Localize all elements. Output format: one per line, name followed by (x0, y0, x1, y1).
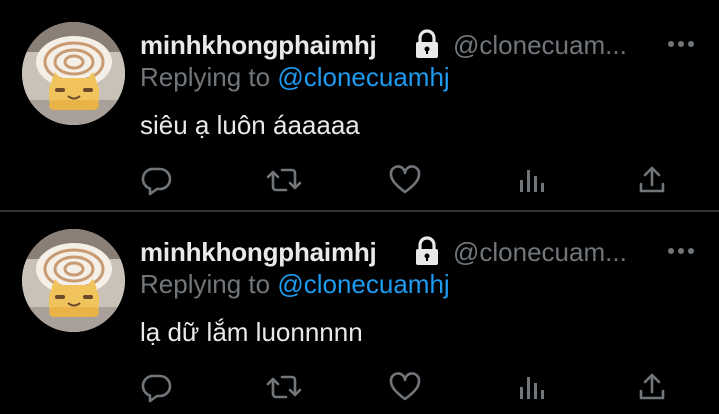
like-icon (389, 165, 421, 194)
like-button[interactable] (385, 160, 425, 200)
handle[interactable]: @clonecuam... (453, 237, 627, 268)
tweet[interactable]: minhkhongphaimhj @clonecuam... Replying … (0, 207, 719, 413)
display-name[interactable]: minhkhongphaimhj (140, 237, 377, 268)
replying-prefix: Replying to (140, 269, 271, 299)
views-button[interactable] (511, 160, 551, 200)
reply-button[interactable] (137, 160, 177, 200)
avatar-image (22, 229, 125, 332)
tweet-header: minhkhongphaimhj @clonecuam... (140, 235, 700, 269)
replying-to-handle[interactable]: @clonecuamhj (277, 269, 449, 299)
reply-icon (141, 374, 172, 403)
tweet[interactable]: minhkhongphaimhj @clonecuam... Replying … (0, 0, 719, 206)
reply-icon (141, 167, 172, 196)
tweet-header: minhkhongphaimhj @clonecuam... (140, 28, 700, 62)
retweet-button[interactable] (264, 160, 304, 200)
views-button[interactable] (511, 367, 551, 407)
share-icon (639, 166, 665, 193)
lock-icon (412, 236, 442, 268)
more-icon[interactable] (666, 241, 696, 261)
avatar[interactable] (22, 229, 125, 332)
views-icon (520, 170, 544, 192)
retweet-icon (266, 375, 302, 399)
replying-prefix: Replying to (140, 62, 271, 92)
views-icon (520, 377, 544, 399)
display-name[interactable]: minhkhongphaimhj (140, 30, 377, 61)
more-icon[interactable] (666, 34, 696, 54)
retweet-button[interactable] (264, 367, 304, 407)
retweet-icon (266, 168, 302, 192)
tweet-text: lạ dữ lắm luonnnnn (140, 317, 363, 347)
handle[interactable]: @clonecuam... (453, 30, 627, 61)
share-button[interactable] (632, 160, 672, 200)
action-bar (0, 367, 719, 407)
replying-to: Replying to @clonecuamhj (140, 269, 450, 300)
replying-to-handle[interactable]: @clonecuamhj (277, 62, 449, 92)
tweet-text: siêu ạ luôn áaaaaa (140, 110, 360, 140)
avatar[interactable] (22, 22, 125, 125)
lock-icon (412, 29, 442, 61)
like-button[interactable] (385, 367, 425, 407)
avatar-image (22, 22, 125, 125)
replying-to: Replying to @clonecuamhj (140, 62, 450, 93)
reply-button[interactable] (137, 367, 177, 407)
action-bar (0, 160, 719, 200)
share-button[interactable] (632, 367, 672, 407)
share-icon (639, 373, 665, 400)
like-icon (389, 372, 421, 401)
